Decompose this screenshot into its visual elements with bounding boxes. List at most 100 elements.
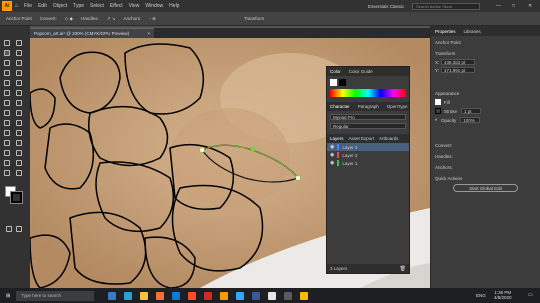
eraser-tool-icon[interactable]	[4, 90, 10, 96]
minimize-icon[interactable]: —	[496, 3, 501, 9]
tab-color[interactable]: Color	[330, 69, 341, 74]
anchors-icon[interactable]: ◦ ⊕	[149, 16, 156, 22]
anchor-point[interactable]	[295, 175, 301, 181]
menu-view[interactable]: View	[129, 3, 140, 9]
layer-row[interactable]: ◉ Layer 1	[327, 159, 409, 167]
app-icon[interactable]	[252, 291, 261, 300]
stock-search-input[interactable]: Search Adobe Stock	[412, 2, 480, 10]
tab-character[interactable]: Character	[330, 104, 350, 109]
stroke-weight-input[interactable]: 1 pt	[461, 108, 482, 114]
eye-icon[interactable]: ◉	[330, 152, 334, 158]
illustrator-taskbar-icon[interactable]	[220, 291, 229, 300]
workspace-switcher[interactable]: Essentials Classic	[368, 4, 404, 9]
font-family-select[interactable]: Myriad Pro	[330, 114, 406, 120]
layer-row[interactable]: ◉ Layer 2	[327, 151, 409, 159]
direct-selection-tool-icon[interactable]	[16, 40, 22, 46]
maximize-icon[interactable]: □	[512, 3, 515, 9]
type-tool-icon[interactable]	[4, 60, 10, 66]
shaper-tool-icon[interactable]	[16, 80, 22, 86]
graph-tool-icon[interactable]	[4, 150, 10, 156]
start-icon[interactable]: ⊞	[6, 293, 10, 299]
stroke-swatch[interactable]	[10, 191, 23, 204]
font-style-select[interactable]: Regular	[330, 123, 406, 129]
menu-object[interactable]: Object	[53, 3, 67, 9]
stroke-color-swatch[interactable]	[435, 108, 441, 114]
app-icon[interactable]	[284, 291, 293, 300]
start-global-edit-button[interactable]: Start Global Edit	[453, 184, 518, 192]
menu-type[interactable]: Type	[73, 3, 84, 9]
edge-icon[interactable]	[124, 291, 133, 300]
more-tools-icon[interactable]	[16, 170, 22, 176]
selection-tool-icon[interactable]	[4, 40, 10, 46]
menu-window[interactable]: Window	[145, 3, 163, 9]
fill-color-swatch[interactable]	[435, 99, 441, 105]
tab-layers[interactable]: Layers	[330, 136, 344, 141]
color-spectrum[interactable]	[330, 89, 406, 97]
eye-icon[interactable]: ◉	[330, 160, 334, 166]
pencil-tool-icon[interactable]	[4, 80, 10, 86]
pen-tool-icon[interactable]	[4, 50, 10, 56]
tab-artboards[interactable]: Artboards	[379, 136, 399, 141]
tab-asset-export[interactable]: Asset Export	[349, 136, 375, 141]
curvature-tool-icon[interactable]	[16, 50, 22, 56]
menu-edit[interactable]: Edit	[38, 3, 47, 9]
close-window-icon[interactable]: ✕	[528, 3, 532, 9]
opacity-label[interactable]: Opacity	[441, 118, 456, 123]
free-transform-tool-icon[interactable]	[4, 110, 10, 116]
task-view-icon[interactable]	[108, 291, 117, 300]
handles-icon[interactable]: ↗ ↘	[107, 16, 116, 22]
slice-tool-icon[interactable]	[4, 160, 10, 166]
menu-select[interactable]: Select	[90, 3, 104, 9]
office-icon[interactable]	[188, 291, 197, 300]
line-tool-icon[interactable]	[16, 60, 22, 66]
draw-mode-icon[interactable]	[6, 226, 12, 232]
blend-tool-icon[interactable]	[4, 140, 10, 146]
convert-anchor-icon[interactable]: ◇ ◆	[65, 16, 73, 22]
width-tool-icon[interactable]	[16, 100, 22, 106]
photoshop-icon[interactable]	[236, 291, 245, 300]
layer-row[interactable]: ◉ Layer 3	[327, 143, 409, 151]
hand-tool-icon[interactable]	[16, 160, 22, 166]
tab-paragraph[interactable]: Paragraph	[358, 104, 379, 109]
tab-color-guide[interactable]: Color Guide	[349, 69, 373, 74]
acrobat-icon[interactable]	[204, 291, 213, 300]
firefox-icon[interactable]	[156, 291, 165, 300]
paintbrush-tool-icon[interactable]	[16, 70, 22, 76]
eye-icon[interactable]: ◉	[330, 144, 334, 150]
notification-icon[interactable]: ▭	[528, 292, 533, 298]
notes-icon[interactable]	[268, 291, 277, 300]
file-explorer-icon[interactable]	[140, 291, 149, 300]
tab-libraries[interactable]: Libraries	[464, 29, 481, 34]
tray-lang[interactable]: ENG	[476, 293, 486, 298]
zoom-tool-icon[interactable]	[4, 170, 10, 176]
artboard-tool-icon[interactable]	[16, 150, 22, 156]
swatch-black[interactable]	[339, 79, 346, 86]
stroke-label[interactable]: Stroke	[444, 109, 457, 114]
tray-clock[interactable]: 1:36 PM 4/8/2020	[494, 290, 512, 300]
transform-link[interactable]: Transform	[244, 16, 264, 21]
scale-tool-icon[interactable]	[4, 100, 10, 106]
app-icon[interactable]	[300, 291, 309, 300]
gradient-tool-icon[interactable]	[4, 130, 10, 136]
eyedropper-tool-icon[interactable]	[16, 130, 22, 136]
y-input[interactable]: 371.991 pt	[441, 67, 475, 73]
trash-icon[interactable]: 🗑	[400, 266, 406, 272]
mail-icon[interactable]	[172, 291, 181, 300]
perspective-grid-tool-icon[interactable]	[4, 120, 10, 126]
anchor-point[interactable]	[199, 147, 205, 153]
menu-file[interactable]: File	[24, 3, 32, 9]
opacity-input[interactable]: 100%	[460, 117, 481, 123]
rotate-tool-icon[interactable]	[16, 90, 22, 96]
mesh-tool-icon[interactable]	[16, 120, 22, 126]
document-tab[interactable]: Popcorn_art.ai* @ 200% (CMYK/GPU Preview…	[30, 28, 154, 38]
shape-builder-tool-icon[interactable]	[16, 110, 22, 116]
taskbar-search[interactable]: Type here to search	[16, 290, 95, 301]
close-document-icon[interactable]: ×	[147, 31, 150, 36]
home-icon[interactable]: ⌂	[15, 3, 18, 9]
menu-effect[interactable]: Effect	[110, 3, 123, 9]
tab-opentype[interactable]: OpenType	[387, 104, 408, 109]
tab-properties[interactable]: Properties	[435, 29, 456, 34]
rectangle-tool-icon[interactable]	[4, 70, 10, 76]
symbol-sprayer-tool-icon[interactable]	[16, 140, 22, 146]
screen-mode-icon[interactable]	[16, 226, 22, 232]
